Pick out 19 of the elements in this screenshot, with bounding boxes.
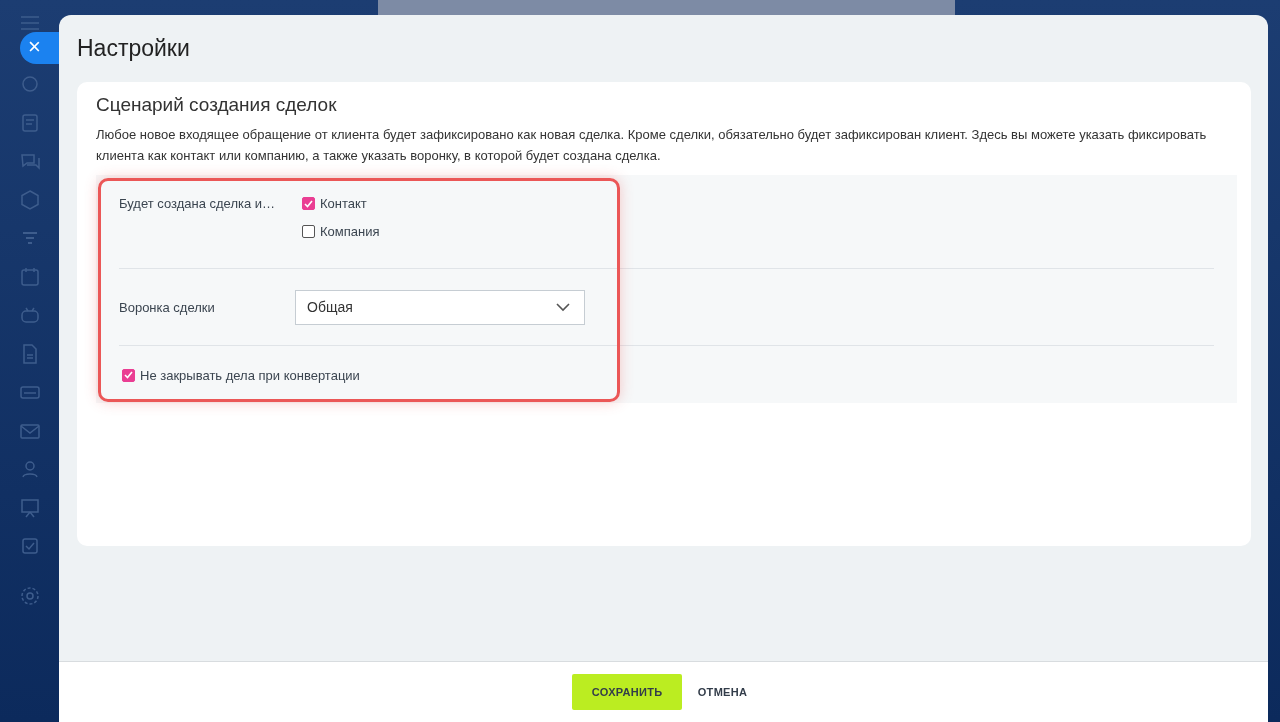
option-label: Не закрывать дела при конвертации (140, 367, 360, 383)
cancel-button[interactable]: ОТМЕНА (689, 674, 756, 710)
pipeline-dropdown[interactable]: Общая (295, 289, 585, 325)
card-title: Сценарий создания сделок (96, 94, 338, 116)
panel-title: Настройки (77, 35, 191, 63)
settings-icon[interactable] (18, 584, 42, 608)
hexagon-icon[interactable] (18, 187, 42, 212)
field-label: Будет создана сделка и… (119, 196, 277, 213)
field-label: Воронка сделки (119, 299, 216, 315)
menu-icon[interactable] (21, 16, 39, 30)
checkbox[interactable] (302, 225, 315, 238)
close-button[interactable]: × (20, 32, 62, 64)
checkbox[interactable] (122, 368, 135, 382)
description: Любое новое входящее обращение от клиента будет зафиксировано как новая сделка. Кроме сделки, обязательно будет зафиксирован клиент. Здесь вы можете указать фиксировать клиента как контакт или компанию, а также указать воронку, в которой будет создана сделка. (96, 126, 1208, 165)
checkbox[interactable] (302, 197, 315, 210)
option-label: Компания (320, 224, 380, 239)
save-button[interactable]: СОХРАНИТЬ (571, 674, 682, 710)
option-label: Контакт (320, 196, 367, 211)
chevron-icon (556, 302, 570, 312)
